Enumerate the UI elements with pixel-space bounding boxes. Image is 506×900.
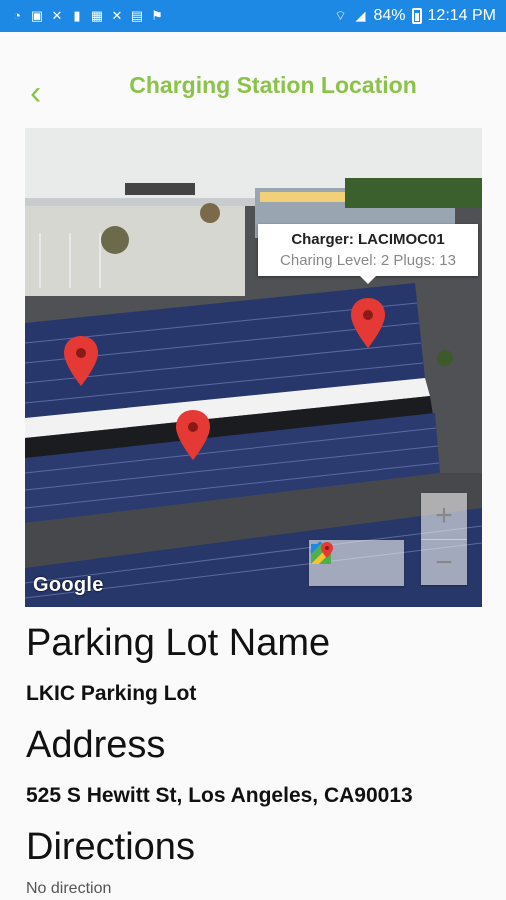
- battery-percent: 84%: [373, 7, 406, 24]
- status-bar: ◔ ▣ ✕ ▮ ▦ ✕ ▤ ⚑ ⌔ ◢ 84% 12:14 PM: [0, 0, 506, 32]
- directions-heading: Directions: [26, 826, 195, 868]
- parking-lot-value: LKIC Parking Lot: [26, 682, 197, 705]
- wifi-icon: ⌔: [334, 8, 347, 23]
- app-bar: ‹ Charging Station Location: [0, 32, 506, 132]
- clock: 12:14 PM: [427, 7, 496, 24]
- map-view[interactable]: Charger: LACIMOC01 Charing Level: 2 Plug…: [25, 128, 482, 607]
- zoom-in-button[interactable]: +: [421, 493, 467, 540]
- parking-lot-heading: Parking Lot Name: [26, 622, 331, 664]
- battery-icon: [411, 8, 422, 24]
- zoom-out-button[interactable]: −: [421, 540, 467, 586]
- flag-icon: ⚑: [151, 8, 163, 23]
- page-title: Charging Station Location: [129, 72, 417, 98]
- image-icon: ▣: [30, 8, 44, 23]
- tools-icon: ✕: [111, 8, 123, 23]
- google-maps-icon: [311, 542, 333, 564]
- map-toolbar: [309, 540, 404, 586]
- charger-details: Charing Level: 2 Plugs: 13: [280, 252, 456, 269]
- charger-marker[interactable]: [176, 410, 210, 460]
- clipboard-icon: ▤: [130, 8, 144, 23]
- directions-value: No direction: [26, 880, 112, 897]
- google-attribution: Google: [33, 574, 104, 596]
- signal-icon: ◢: [355, 8, 366, 23]
- address-heading: Address: [26, 724, 166, 766]
- charger-marker-selected[interactable]: [351, 298, 385, 348]
- calendar-icon: ▦: [90, 8, 104, 23]
- marker-info-window[interactable]: Charger: LACIMOC01 Charing Level: 2 Plug…: [258, 224, 478, 284]
- tools-icon: ✕: [51, 8, 63, 23]
- address-value: 525 S Hewitt St, Los Angeles, CA90013: [26, 784, 413, 807]
- open-in-maps-button[interactable]: [311, 540, 405, 586]
- lock-icon: ▮: [73, 8, 81, 23]
- alert-icon: ◔: [13, 8, 21, 23]
- zoom-controls: + −: [421, 493, 467, 585]
- charger-marker[interactable]: [64, 336, 98, 386]
- notification-icons: ◔ ▣ ✕ ▮ ▦ ✕ ▤ ⚑: [0, 9, 164, 23]
- charger-name: Charger: LACIMOC01: [291, 231, 445, 248]
